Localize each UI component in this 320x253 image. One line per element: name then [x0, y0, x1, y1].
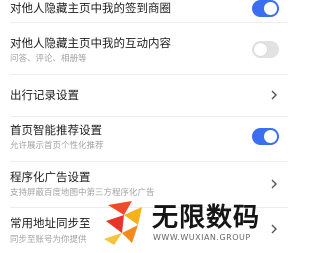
- settings-row-hide-interactions[interactable]: 对他人隐藏主页中我的互动内容 问答、评论、相册等: [0, 23, 288, 73]
- smart-recommend-toggle[interactable]: [252, 128, 279, 145]
- watermark-name: 无限数码: [152, 203, 261, 233]
- settings-row-smart-recommend[interactable]: 首页智能推荐设置 允许展示首页个性化推荐: [0, 117, 288, 160]
- setting-title: 出行记录设置: [10, 88, 79, 102]
- setting-title: 常用地址同步至: [10, 216, 91, 230]
- hide-interactions-toggle[interactable]: [252, 41, 279, 58]
- chevron-right-icon: [271, 179, 277, 189]
- watermark-logo-icon: [104, 201, 142, 245]
- setting-title: 程序化广告设置: [10, 170, 91, 184]
- setting-title: 对他人隐藏主页中我的签到商圈: [10, 1, 171, 15]
- toggle-knob: [264, 2, 277, 15]
- chevron-right-icon: [271, 90, 277, 100]
- setting-title: 对他人隐藏主页中我的互动内容: [10, 36, 171, 50]
- watermark: 无限数码 WWW.WUXIAN.GROUP: [100, 197, 270, 253]
- chevron-right-icon: [271, 224, 277, 234]
- setting-subtitle: 问答、评论、相册等: [10, 54, 87, 64]
- setting-subtitle: 同步至账号为你提供: [10, 235, 87, 245]
- setting-subtitle: 允许展示首页个性化推荐: [10, 141, 104, 151]
- toggle-knob: [264, 130, 277, 143]
- setting-title: 首页智能推荐设置: [10, 123, 102, 137]
- watermark-url: WWW.WUXIAN.GROUP: [153, 233, 251, 242]
- toggle-knob: [254, 43, 267, 56]
- hide-checkin-toggle[interactable]: [252, 0, 279, 17]
- settings-row-travel-records[interactable]: 出行记录设置: [0, 75, 288, 115]
- privacy-settings-list: 对他人隐藏主页中我的签到商圈 对他人隐藏主页中我的互动内容 问答、评论、相册等 …: [0, 0, 288, 253]
